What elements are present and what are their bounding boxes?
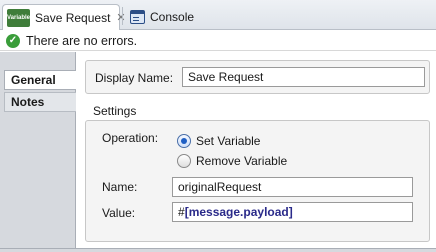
nav-item-general[interactable]: General bbox=[4, 70, 76, 90]
tab-label: Console bbox=[150, 10, 195, 24]
nav-item-notes[interactable]: Notes bbox=[4, 92, 76, 112]
settings-title: Settings bbox=[93, 104, 137, 118]
remove-variable-label: Remove Variable bbox=[196, 154, 288, 168]
check-circle-icon: ✓ bbox=[6, 33, 20, 48]
properties-nav: General Notes bbox=[0, 52, 76, 252]
tab-label: Save Request bbox=[35, 10, 111, 25]
name-field[interactable]: originalRequest bbox=[172, 177, 413, 197]
general-panel: Display Name: Save Request Settings Oper… bbox=[77, 52, 436, 248]
set-variable-radio[interactable] bbox=[177, 134, 191, 148]
value-label: Value: bbox=[102, 206, 136, 220]
expression-close-bracket: ] bbox=[288, 205, 293, 219]
tab-console[interactable]: Console bbox=[126, 4, 216, 30]
tab-save-request[interactable]: Variable Save Request ✕ bbox=[2, 4, 126, 30]
set-variable-label: Set Variable bbox=[196, 134, 261, 148]
variable-icon: Variable bbox=[7, 8, 31, 27]
display-name-label: Display Name: bbox=[95, 71, 174, 85]
panel-bottom-border bbox=[0, 248, 436, 252]
nav-item-label: General bbox=[11, 73, 56, 87]
editor-tab-bar: Variable Save Request ✕ Console bbox=[0, 0, 436, 30]
status-text: There are no errors. bbox=[26, 33, 138, 48]
settings-group: Operation: Set Variable Remove Variable … bbox=[85, 120, 430, 242]
value-expression-field[interactable]: #[message.payload] bbox=[172, 202, 413, 222]
validation-status: ✓ There are no errors. bbox=[0, 31, 436, 51]
console-icon bbox=[130, 10, 145, 24]
display-name-field[interactable]: Save Request bbox=[182, 67, 425, 87]
expression-text: message.payload bbox=[188, 205, 289, 219]
remove-variable-radio[interactable] bbox=[177, 154, 191, 168]
nav-item-label: Notes bbox=[11, 95, 45, 109]
tab-separator bbox=[122, 7, 123, 25]
operation-label: Operation: bbox=[102, 131, 159, 145]
display-name-group: Display Name: Save Request bbox=[85, 60, 430, 94]
name-label: Name: bbox=[102, 180, 138, 194]
expression-prefix: # bbox=[178, 205, 185, 219]
